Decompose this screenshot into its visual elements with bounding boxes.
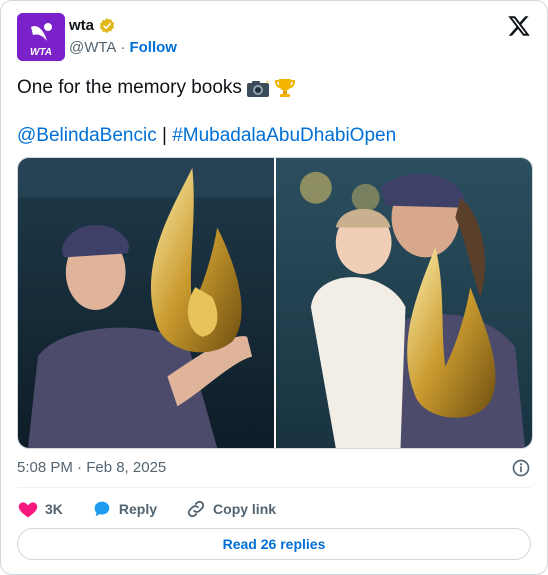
hashtag-link[interactable]: #MubadalaAbuDhabiOpen — [172, 125, 396, 146]
photo-left-image — [18, 158, 274, 448]
x-logo-icon[interactable] — [507, 14, 531, 38]
tweet-card: WTA wta @WTA · Follow One for the memory… — [0, 0, 548, 575]
tweet-text-line1: One for the memory books — [17, 76, 296, 100]
avatar-text: WTA — [30, 47, 52, 58]
reply-label: Reply — [118, 501, 158, 517]
heart-icon — [18, 502, 38, 518]
verified-badge-icon — [99, 18, 115, 34]
copy-link-button[interactable]: Copy link — [185, 498, 276, 520]
tweet-timestamp[interactable]: 5:08 PM · Feb 8, 2025 — [17, 458, 166, 478]
photo-left[interactable] — [18, 158, 274, 448]
action-bar: 3K Reply Copy link — [17, 497, 304, 521]
photo-right-image — [276, 158, 532, 448]
pipe-separator: | — [161, 125, 167, 146]
author-handle[interactable]: @WTA — [69, 38, 116, 58]
media-grid — [17, 157, 533, 449]
author-handle-row: @WTA · Follow — [69, 38, 177, 58]
read-replies-button[interactable]: Read 26 replies — [17, 528, 531, 560]
author-name-row: wta — [69, 16, 116, 36]
info-icon[interactable] — [511, 458, 531, 478]
divider — [17, 487, 531, 488]
handle-separator: · — [120, 39, 126, 56]
wta-logo-icon: WTA — [17, 13, 65, 61]
like-button[interactable]: 3K — [17, 498, 63, 520]
like-count: 3K — [45, 501, 63, 517]
reply-bubble-icon — [94, 501, 110, 517]
reply-button[interactable]: Reply — [91, 498, 157, 520]
photo-right[interactable] — [276, 158, 532, 448]
author-avatar[interactable]: WTA — [17, 13, 65, 61]
tweet-text-line2: @BelindaBencic | #MubadalaAbuDhabiOpen — [17, 124, 396, 148]
tweet-text: One for the memory books — [17, 77, 242, 98]
copy-link-label: Copy link — [213, 501, 277, 517]
follow-button[interactable]: Follow — [129, 38, 177, 58]
author-display-name[interactable]: wta — [69, 16, 94, 36]
link-icon — [187, 500, 205, 518]
camera-flash-emoji-icon — [246, 78, 269, 97]
mention-link[interactable]: @BelindaBencic — [17, 125, 157, 146]
trophy-emoji-icon — [274, 79, 295, 97]
